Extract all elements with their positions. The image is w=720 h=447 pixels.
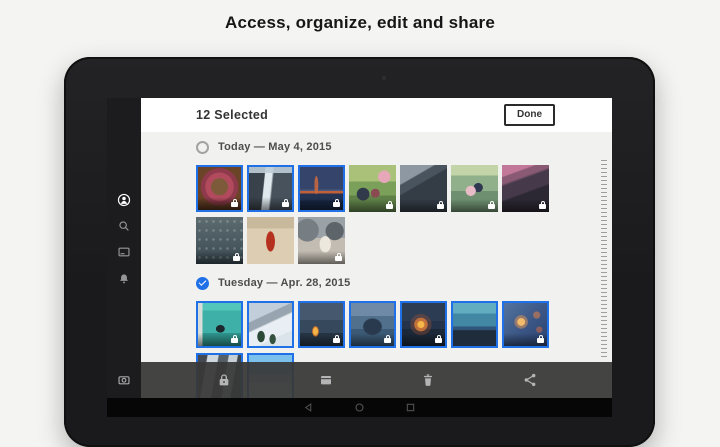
lock-badge-icon [384,338,391,343]
page-title: Access, organize, edit and share [0,13,720,33]
section-checkbox-tuesday[interactable] [196,277,209,290]
photo-thumbnail-girlcars[interactable] [298,217,345,264]
lock-badge-icon [488,204,495,209]
lock-badge-icon [233,256,240,261]
photo-thumbnail-aurora[interactable] [451,301,498,348]
action-toolbar [141,362,612,398]
sidebar [107,98,141,398]
photo-thumbnail-friends[interactable] [451,165,498,212]
albums-icon[interactable] [318,372,334,388]
photo-thumbnail-snowpines[interactable] [247,301,294,348]
lock-badge-icon [435,338,442,343]
trash-icon[interactable] [420,372,436,388]
share-icon[interactable] [522,372,538,388]
lock-badge-icon [437,204,444,209]
lock-badge-icon [282,202,289,207]
scrollbar-indicator[interactable] [601,160,607,360]
photo-content: Today — May 4, 2015 Tuesday — Apr. 28, 20… [141,132,612,398]
lock-badge-icon [335,256,342,261]
section-date-label: Today — May 4, 2015 [218,141,332,153]
lock-badge-icon [333,338,340,343]
home-icon[interactable] [354,402,365,413]
search-icon[interactable] [117,219,131,233]
lock-icon[interactable] [216,372,232,388]
selected-count-label: 12 Selected [196,108,268,122]
photo-thumbnail-kids[interactable] [349,165,396,212]
photo-thumbnail-birdhouse[interactable] [196,301,243,348]
notifications-icon[interactable] [117,272,131,286]
photo-thumbnail-bokeh[interactable] [502,301,549,348]
photo-thumbnail-halfdome[interactable] [400,165,447,212]
front-camera-dot [382,76,386,80]
lock-badge-icon [231,338,238,343]
done-button[interactable]: Done [504,104,555,126]
tablet-device: 12 Selected Done Today — May 4, 2015 Tues… [64,57,655,447]
photo-thumbnail-bridge[interactable] [298,165,345,212]
photo-thumbnail-reddress[interactable] [247,217,294,264]
photo-thumbnail-rain[interactable] [196,217,243,264]
photo-section-today: Today — May 4, 2015 [196,140,612,264]
section-checkbox-today[interactable] [196,141,209,154]
lock-badge-icon [231,202,238,207]
lock-badge-icon [539,204,546,209]
back-icon[interactable] [303,402,314,413]
photo-thumbnail-waterfall[interactable] [247,165,294,212]
photostream-icon[interactable] [117,245,131,259]
photo-thumbnail-wreath[interactable] [196,165,243,212]
photo-thumbnail-sunsetlake[interactable] [400,301,447,348]
app-screen: 12 Selected Done Today — May 4, 2015 Tues… [107,98,612,417]
lock-badge-icon [537,338,544,343]
android-navbar [107,398,612,417]
photo-thumbnail-sunsetpeak[interactable] [502,165,549,212]
people-icon[interactable] [117,193,131,207]
section-date-label: Tuesday — Apr. 28, 2015 [218,277,350,289]
camera-icon[interactable] [117,373,131,387]
photo-grid [196,165,549,264]
photo-thumbnail-campfire[interactable] [298,301,345,348]
lock-badge-icon [386,204,393,209]
selection-header: 12 Selected Done [141,98,612,132]
photo-thumbnail-matterhorn[interactable] [349,301,396,348]
lock-badge-icon [333,202,340,207]
recents-icon[interactable] [405,402,416,413]
